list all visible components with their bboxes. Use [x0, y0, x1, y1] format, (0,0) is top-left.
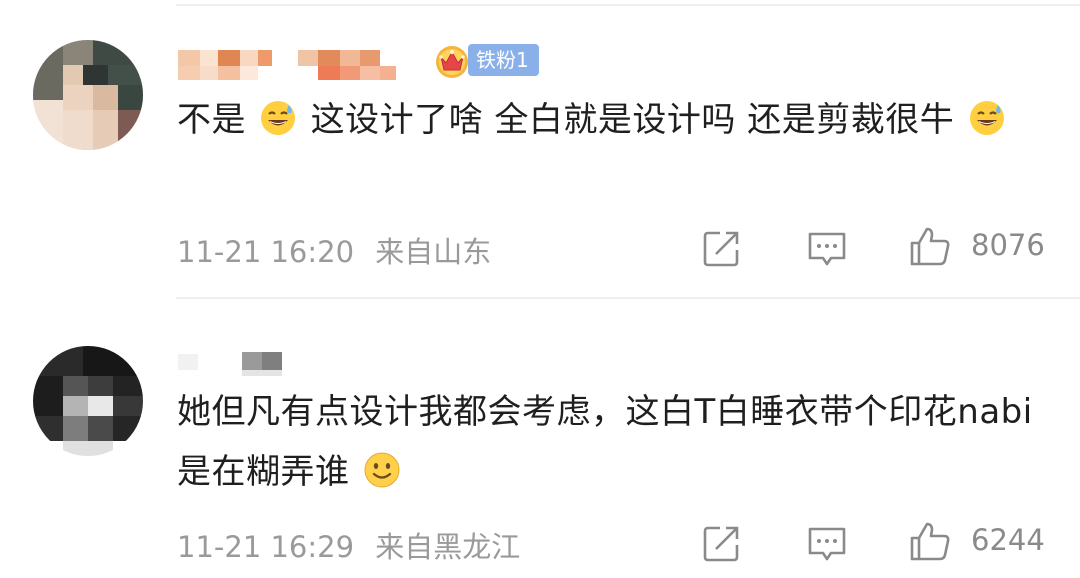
comment-icon[interactable]	[805, 226, 849, 270]
comment-text: 她但凡有点设计我都会考虑，这白T白睡衣带个印花nabi是在糊弄谁	[177, 382, 1057, 502]
comment-actions: 8076	[0, 224, 1080, 274]
fan-badge-group[interactable]: 铁粉1	[432, 40, 539, 80]
sweat-smile-emoji-icon	[969, 101, 1004, 135]
comment-text-part: 这设计了啥 全白就是设计吗 还是剪裁很牛	[310, 100, 955, 140]
comment-icon[interactable]	[805, 521, 849, 565]
username-mosaic	[178, 50, 396, 80]
username[interactable]	[178, 46, 428, 82]
username-mosaic	[178, 352, 282, 376]
comment-text-part: 她但凡有点设计我都会考虑，这白T白睡衣带个印花nabi是在糊弄谁	[177, 392, 1033, 492]
comment-item: 她但凡有点设计我都会考虑，这白T白睡衣带个印花nabi是在糊弄谁 11-21 1…	[0, 300, 1080, 578]
share-icon[interactable]	[700, 226, 744, 270]
comment-text: 不是 这设计了啥 全白就是设计吗 还是剪裁很牛	[177, 90, 1057, 150]
avatar[interactable]	[33, 40, 143, 150]
like-count: 8076	[971, 228, 1045, 262]
comment-actions: 6244	[0, 519, 1080, 569]
like-icon[interactable]	[908, 224, 952, 268]
avatar-mosaic	[33, 40, 143, 150]
avatar[interactable]	[33, 346, 143, 456]
smile-emoji-icon	[364, 452, 400, 488]
fan-badge: 铁粉1	[468, 44, 539, 76]
sweat-smile-emoji-icon	[261, 101, 296, 135]
share-icon[interactable]	[700, 521, 744, 565]
avatar-mosaic	[33, 346, 143, 456]
crown-icon	[436, 46, 468, 78]
comment-text-part: 不是	[177, 100, 246, 140]
comment-divider	[176, 297, 1080, 299]
like-icon[interactable]	[908, 519, 952, 563]
like-count: 6244	[971, 523, 1045, 557]
username[interactable]	[178, 348, 288, 384]
comment-item: 铁粉1 不是 这设计了啥 全白就是设计吗 还是剪裁很牛 11-21 16:20 …	[0, 0, 1080, 296]
